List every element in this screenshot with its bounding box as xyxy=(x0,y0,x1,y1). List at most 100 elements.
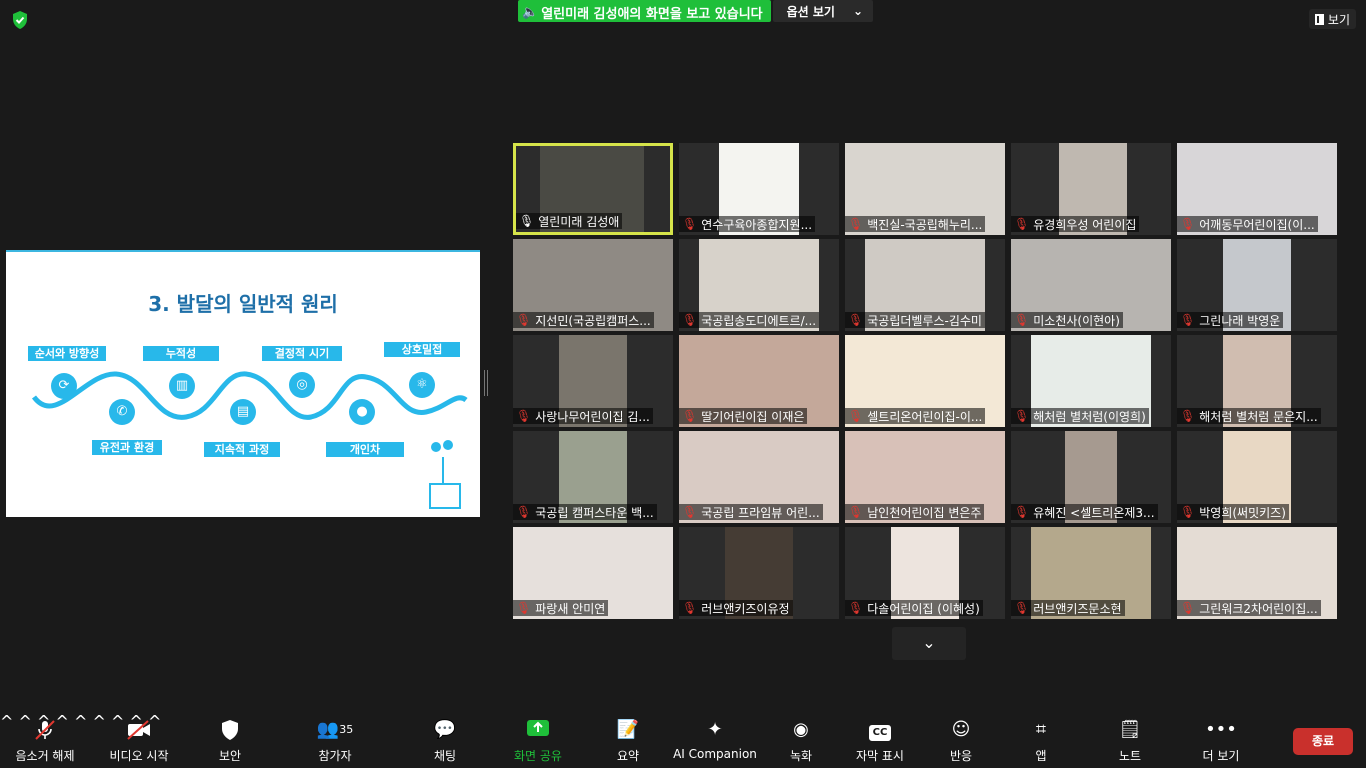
mic-muted-icon: 🎙 xyxy=(848,313,864,327)
participant-name-tag: 🎙 어깨동무어린이집(이... xyxy=(1177,216,1318,232)
participant-tile[interactable]: 🎙 러브앤키즈문소현 xyxy=(1011,527,1171,619)
participant-tile[interactable]: 🎙 미소천사(이현아) xyxy=(1011,239,1171,331)
participant-name: 그린워크2차어린이집... xyxy=(1199,601,1318,616)
participant-name: 유경희우성 어린이집 xyxy=(1033,217,1137,232)
atom-icon: ⚛ xyxy=(409,372,435,398)
target-icon: ◎ xyxy=(289,372,315,398)
split-divider-handle[interactable] xyxy=(484,370,488,396)
participant-tile[interactable]: 🎙 셀트리온어린이집-이... xyxy=(845,335,1005,427)
participant-tile[interactable]: 🎙 국공립 프라임뷰 어린... xyxy=(679,431,839,523)
apps-button[interactable]: ⌗ 앱 xyxy=(1022,718,1060,764)
chat-button[interactable]: 💬 채팅 xyxy=(420,718,470,764)
participant-tile[interactable]: 🎙 해처럼 별처럼(이영희) xyxy=(1011,335,1171,427)
participant-tile[interactable]: 🎙 다솔어린이집 (이혜성) xyxy=(845,527,1005,619)
participant-tile[interactable]: 🎙 국공립 캠퍼스타운 백... xyxy=(513,431,673,523)
megaphone-icon: ✆ xyxy=(109,399,135,425)
mic-muted-icon: 🎙 xyxy=(516,601,532,615)
mic-muted-icon: 🎙 xyxy=(516,313,532,327)
participant-name-tag: 🎙 국공립더벨루스-김수미 xyxy=(845,312,985,328)
mic-muted-icon: 🎙 xyxy=(848,505,864,519)
mic-muted-icon: 🎙 xyxy=(682,601,698,615)
reactions-label: 반응 xyxy=(949,749,973,763)
notes-button[interactable]: 🗒 노트 xyxy=(1110,718,1150,764)
participant-name: 다솔어린이집 (이혜성) xyxy=(867,601,980,616)
participant-name-tag: 🎙 지선민(국공립캠퍼스... xyxy=(513,312,654,328)
participant-tile[interactable]: 🎙 지선민(국공립캠퍼스... xyxy=(513,239,673,331)
shield-icon xyxy=(205,718,255,742)
ai-companion-button[interactable]: ✦ AI Companion xyxy=(672,718,758,761)
participant-tile[interactable]: 🎙 연수구육아종합지원... xyxy=(679,143,839,235)
reactions-button[interactable]: ☺ 반응 xyxy=(938,718,984,764)
chat-label: 채팅 xyxy=(433,749,457,763)
unmute-label: 음소거 해제 xyxy=(15,749,75,763)
participant-tile[interactable]: 🎙 백진실-국공립해누리... xyxy=(845,143,1005,235)
mic-muted-icon: 🎙 xyxy=(516,505,532,519)
mic-muted-icon: 🎙 xyxy=(682,313,698,327)
participant-tile[interactable]: 🎙 국공립송도디에트르/... xyxy=(679,239,839,331)
view-options-button[interactable]: 옵션 보기 ⌄ xyxy=(772,0,874,22)
summary-button[interactable]: 📝 요약 xyxy=(606,718,650,764)
participant-tile[interactable]: 🎙 유혜진 <셀트리온제3... xyxy=(1011,431,1171,523)
participant-name-tag: 🎙 유경희우성 어린이집 xyxy=(1011,216,1140,232)
participant-tile[interactable]: 🎙 그린워크2차어린이집... xyxy=(1177,527,1337,619)
participant-name: 파랑새 안미연 xyxy=(535,601,606,616)
participant-name-tag: 🎙 열린미래 김성애 xyxy=(516,213,623,229)
participant-tile[interactable]: 🎙 러브앤키즈이유정 xyxy=(679,527,839,619)
mic-muted-icon: 🎙 xyxy=(682,505,698,519)
mic-muted-icon: 🎙 xyxy=(848,601,864,615)
participant-tile[interactable]: 🎙 유경희우성 어린이집 xyxy=(1011,143,1171,235)
mic-muted-icon: 🎙 xyxy=(1180,601,1196,615)
participant-name-tag: 🎙 해처럼 별처럼 문은지... xyxy=(1177,408,1321,424)
security-shield-icon[interactable] xyxy=(10,10,30,30)
participant-name: 유혜진 <셀트리온제3... xyxy=(1033,505,1155,520)
participant-name-tag: 🎙 백진실-국공립해누리... xyxy=(845,216,986,232)
participant-tile[interactable]: 🎙 국공립더벨루스-김수미 xyxy=(845,239,1005,331)
mic-muted-icon: 🎙 xyxy=(1014,313,1030,327)
participant-tile[interactable]: 🎙 해처럼 별처럼 문은지... xyxy=(1177,335,1337,427)
participant-name-tag: 🎙 사랑나무어린이집 김... xyxy=(513,408,653,424)
next-page-button[interactable]: ⌄ xyxy=(892,627,966,660)
participant-tile[interactable]: 🎙 박영희(써밋키즈) xyxy=(1177,431,1337,523)
captions-button[interactable]: CC 자막 표시 xyxy=(850,718,910,764)
mic-icon: 🎙 xyxy=(519,214,535,228)
ai-companion-label: AI Companion xyxy=(673,747,757,761)
view-options-label: 옵션 보기 xyxy=(786,4,835,19)
participant-name-tag: 🎙 셀트리온어린이집-이... xyxy=(845,408,986,424)
participant-tile[interactable]: 🎙 딸기어린이집 이재은 xyxy=(679,335,839,427)
view-button-label: 보기 xyxy=(1327,12,1350,27)
captions-label: 자막 표시 xyxy=(856,749,904,763)
record-button[interactable]: ◉ 녹화 xyxy=(778,718,824,764)
mic-muted-icon: 🎙 xyxy=(1014,505,1030,519)
captions-icon: CC xyxy=(850,718,910,742)
security-button[interactable]: 보안 xyxy=(205,718,255,764)
chat-icon: 💬 xyxy=(433,719,457,740)
participant-tile[interactable]: 🎙 사랑나무어린이집 김... xyxy=(513,335,673,427)
participant-name-tag: 🎙 국공립 캠퍼스타운 백... xyxy=(513,504,657,520)
participant-tile[interactable]: 🎙 파랑새 안미연 xyxy=(513,527,673,619)
unmute-button[interactable]: 음소거 해제 xyxy=(12,718,78,764)
participants-button[interactable]: 👥35 참가자 xyxy=(305,718,365,764)
participant-name-tag: 🎙 파랑새 안미연 xyxy=(513,600,609,616)
share-screen-button[interactable]: 화면 공유 xyxy=(508,718,568,764)
participant-name-tag: 🎙 해처럼 별처럼(이영희) xyxy=(1011,408,1149,424)
notes-icon: 🗒 xyxy=(1118,719,1142,740)
start-video-button[interactable]: 비디오 시작 xyxy=(104,718,174,764)
participant-name: 남인천어린이집 변은주 xyxy=(867,505,982,520)
more-button[interactable]: ••• 더 보기 xyxy=(1196,718,1246,764)
layout-icon xyxy=(1314,13,1324,25)
participant-name-tag: 🎙 미소천사(이현아) xyxy=(1011,312,1123,328)
participant-tile[interactable]: 🎙 남인천어린이집 변은주 xyxy=(845,431,1005,523)
participant-name: 국공립 프라임뷰 어린... xyxy=(701,505,820,520)
participant-name: 해처럼 별처럼(이영희) xyxy=(1033,409,1146,424)
meeting-toolbar: 음소거 해제 ^ 비디오 시작 ^ 보안 👥35 참가자 ^ 💬 채팅 ^ 화면… xyxy=(0,712,1366,768)
participant-tile[interactable]: 🎙 어깨동무어린이집(이... xyxy=(1177,143,1337,235)
mic-muted-icon: 🎙 xyxy=(848,217,864,231)
participant-name-tag: 🎙 그린워크2차어린이집... xyxy=(1177,600,1321,616)
participant-tile[interactable]: 🎙 열린미래 김성애 xyxy=(513,143,673,235)
participant-tile[interactable]: 🎙 그린나래 박영운 xyxy=(1177,239,1337,331)
end-meeting-button[interactable]: 종료 xyxy=(1293,728,1353,755)
slide-label-6: 지속적 과정 xyxy=(204,442,280,457)
mic-muted-icon: 🎙 xyxy=(682,217,698,231)
share-screen-label: 화면 공유 xyxy=(514,749,562,763)
view-button[interactable]: 보기 xyxy=(1308,9,1356,29)
